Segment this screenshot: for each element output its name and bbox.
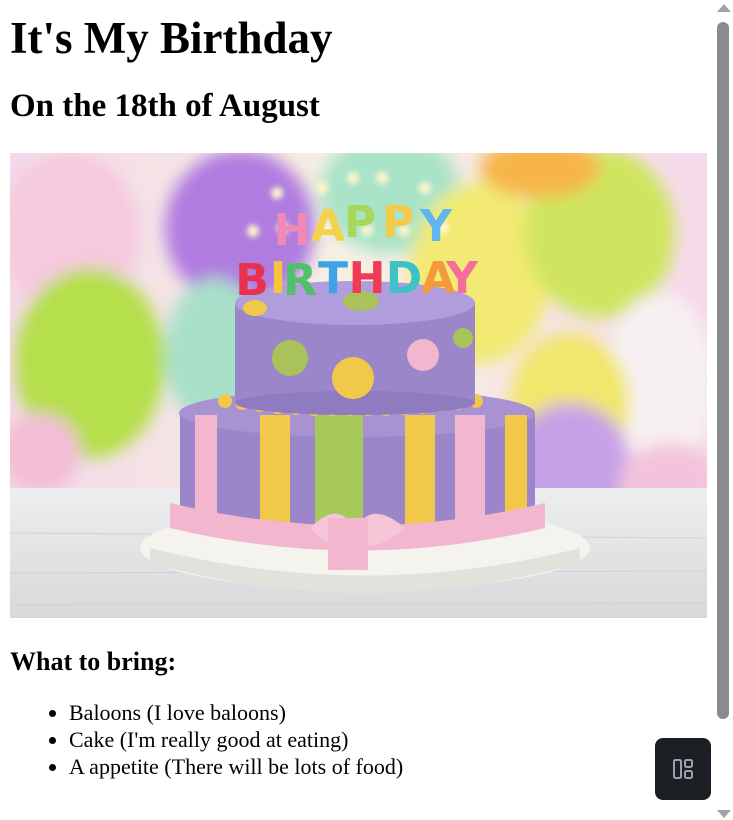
candle-letter-R: R bbox=[283, 255, 317, 306]
candle-letter-A: A bbox=[311, 201, 345, 252]
scrollbar-thumb[interactable] bbox=[717, 22, 729, 719]
page-subtitle: On the 18th of August bbox=[10, 88, 320, 124]
candle-letter-T: T bbox=[318, 253, 348, 304]
layout-panels-icon bbox=[673, 759, 693, 779]
layout-panels-button[interactable] bbox=[655, 738, 711, 800]
candle-letter-P: P bbox=[344, 197, 376, 248]
page-content: It's My Birthday On the 18th of August H… bbox=[10, 0, 710, 780]
candle-letter-D: D bbox=[386, 253, 423, 304]
candle-letter-Y2: Y bbox=[445, 253, 479, 304]
candle-letter-H: H bbox=[274, 205, 311, 256]
bring-heading: What to bring: bbox=[10, 647, 177, 676]
candle-letter-P2: P bbox=[382, 197, 414, 248]
list-item: Baloons (I love baloons) bbox=[69, 699, 710, 726]
candle-letter-H2: H bbox=[349, 253, 386, 304]
triangle-down-icon[interactable] bbox=[717, 810, 731, 818]
vertical-scrollbar[interactable] bbox=[713, 0, 733, 820]
candle-letter-Y: Y bbox=[419, 201, 453, 252]
bring-list: Baloons (I love baloons) Cake (I'm reall… bbox=[10, 699, 710, 780]
list-item: Cake (I'm really good at eating) bbox=[69, 726, 710, 753]
triangle-up-icon[interactable] bbox=[717, 4, 731, 12]
page-title: It's My Birthday bbox=[10, 13, 333, 63]
candle-letter-B: B bbox=[235, 255, 269, 306]
list-item: A appetite (There will be lots of food) bbox=[69, 753, 710, 780]
birthday-cake-image: H A P P Y B I R T H D A Y bbox=[10, 153, 707, 618]
